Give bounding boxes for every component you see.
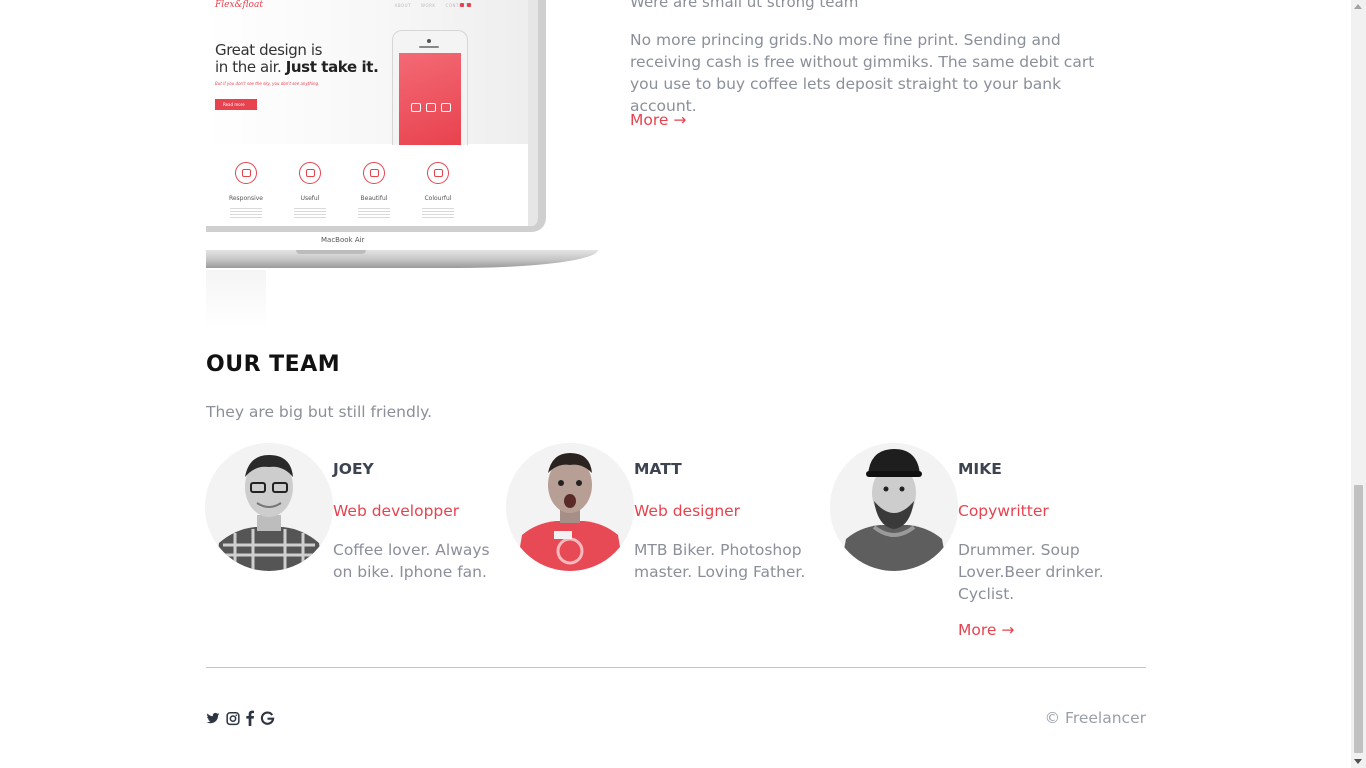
mockup-nav: ABOUT WORK CONTACT — [394, 3, 468, 8]
phone-image — [392, 30, 468, 145]
footer-divider — [206, 667, 1146, 668]
device-label: MacBook Air — [321, 236, 365, 244]
scroll-down-arrow-icon[interactable] — [1354, 759, 1362, 764]
joey-avatar — [205, 443, 333, 571]
member-bio-matt: MTB Biker. Photoshop master. Loving Fath… — [634, 541, 806, 581]
laptop-screen: Flex&float ABOUT WORK CONTACT Great design… — [206, 0, 546, 232]
thumbs-up-icon — [299, 162, 321, 184]
team-more-link[interactable]: More → — [958, 621, 1014, 639]
monitor-icon — [235, 162, 257, 184]
laptop-base — [206, 250, 598, 268]
laptop-mockup-image: Flex&float ABOUT WORK CONTACT Great design… — [206, 0, 598, 330]
member-name-mike: MIKE — [958, 460, 1002, 478]
member-role-matt: Web designer — [634, 502, 741, 520]
facebook-icon[interactable] — [246, 710, 254, 726]
copyright-text: © Freelancer — [1044, 709, 1146, 727]
mockup-logo: Flex&float — [215, 0, 263, 10]
member-bio-joey: Coffee lover. Always on bike. Iphone fan… — [333, 541, 490, 581]
about-text: No more princing grids.No more fine prin… — [630, 31, 1095, 115]
about-more-link[interactable]: More → — [630, 111, 686, 129]
member-name-joey: JOEY — [333, 460, 374, 478]
member-bio-mike: Drummer. Soup Lover.Beer drinker. Cyclis… — [958, 541, 1104, 603]
twitter-icon[interactable] — [206, 710, 220, 726]
social-links — [206, 710, 275, 726]
google-icon[interactable] — [260, 710, 275, 726]
mike-avatar — [830, 443, 958, 571]
mockup-social-icons — [460, 3, 471, 7]
about-heading: Were are small ut strong team — [630, 0, 859, 11]
mockup-read-more-button: Read more — [215, 99, 257, 110]
member-name-matt: MATT — [634, 460, 682, 478]
instagram-icon[interactable] — [226, 710, 240, 726]
heart-icon — [363, 162, 385, 184]
page-scrollbar[interactable] — [1351, 0, 1366, 768]
team-title: OUR TEAM — [206, 352, 341, 377]
scroll-up-arrow-icon[interactable] — [1354, 4, 1362, 9]
mockup-hero-title: Great design is in the air. Just take it… — [215, 41, 379, 76]
team-subtitle: They are big but still friendly. — [206, 403, 433, 421]
member-role-joey: Web developper — [333, 502, 460, 520]
scrollbar-thumb[interactable] — [1354, 485, 1363, 753]
mockup-features: Responsive Useful Beautiful Colourful — [226, 162, 458, 218]
cloud-icon — [427, 162, 449, 184]
mockup-hero-subtitle: But if you don't see the sky, you don't … — [215, 81, 320, 86]
member-role-mike: Copywritter — [958, 502, 1049, 520]
matt-avatar — [506, 443, 634, 571]
